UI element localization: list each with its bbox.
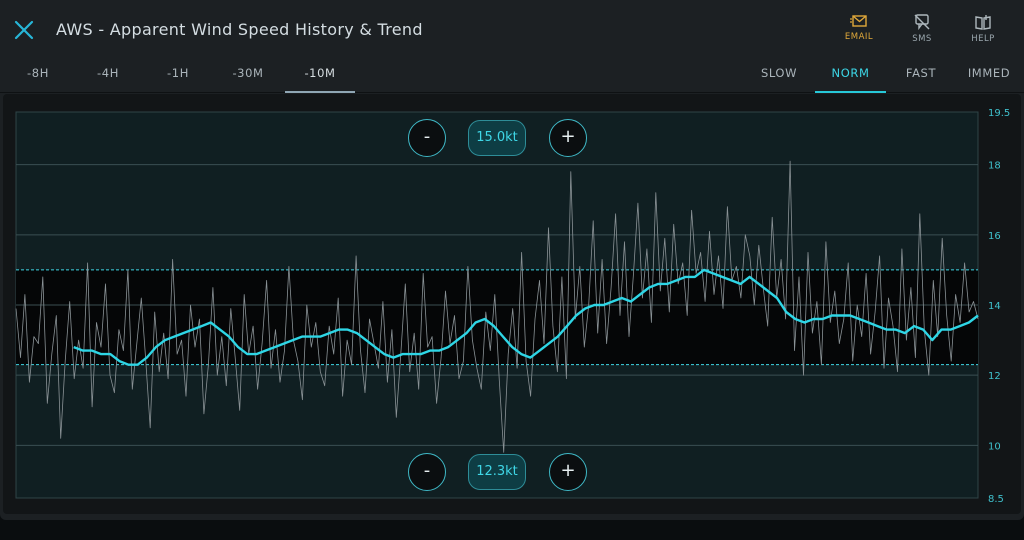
speed-slow[interactable]: SLOW [746, 58, 812, 93]
app-window: AWS - Apparent Wind Speed History & Tren… [0, 0, 1024, 520]
sms-label: SMS [912, 34, 932, 44]
y-tick-label: 16 [988, 231, 1001, 242]
y-tick-label: 18 [988, 161, 1001, 172]
wind-speed-chart: 8.5 10 12 14 16 18 19.5 [15, 108, 1010, 505]
email-label: EMAIL [844, 32, 874, 42]
y-tick-label: 10 [988, 441, 1001, 452]
y-tick-label: 12 [988, 371, 1001, 382]
y-tick-label: 19.5 [988, 108, 1010, 119]
help-book-icon [975, 15, 991, 30]
lower-alarm-plus-button[interactable]: + [549, 453, 587, 491]
tab-10m[interactable]: -10M [285, 58, 355, 93]
tab-30m[interactable]: -30M [215, 58, 281, 93]
chart-panel: 8.5 10 12 14 16 18 19.5 - 15.0kt + - 12.3kt + [3, 94, 1021, 514]
alarm-band [16, 269, 978, 365]
speed-norm[interactable]: NORM [815, 58, 886, 93]
page-title: AWS - Apparent Wind Speed History & Tren… [56, 20, 423, 39]
upper-alarm-minus-button[interactable]: - [408, 119, 446, 157]
close-icon [14, 20, 34, 40]
upper-alarm-value[interactable]: 15.0kt [468, 120, 526, 156]
tab-1h[interactable]: -1H [145, 58, 211, 93]
lower-alarm-minus-button[interactable]: - [408, 453, 446, 491]
tab-bar: -8H -4H -1H -30M -10M SLOW NORM FAST IMM… [0, 58, 1024, 93]
help-label: HELP [971, 34, 995, 44]
tab-8h[interactable]: -8H [5, 58, 71, 93]
sms-off-icon [914, 14, 930, 30]
header-bar: AWS - Apparent Wind Speed History & Tren… [0, 0, 1024, 58]
email-icon [850, 15, 867, 27]
email-button[interactable]: EMAIL [837, 14, 881, 42]
speed-fast[interactable]: FAST [888, 58, 954, 93]
sms-button[interactable]: SMS [900, 14, 944, 44]
lower-alarm-value[interactable]: 12.3kt [468, 454, 526, 490]
y-tick-label: 14 [988, 301, 1001, 312]
speed-immed[interactable]: IMMED [956, 58, 1022, 93]
y-tick-label: 8.5 [988, 494, 1004, 505]
tab-4h[interactable]: -4H [75, 58, 141, 93]
help-button[interactable]: HELP [961, 14, 1005, 44]
upper-alarm-plus-button[interactable]: + [549, 119, 587, 157]
close-button[interactable] [12, 18, 36, 42]
